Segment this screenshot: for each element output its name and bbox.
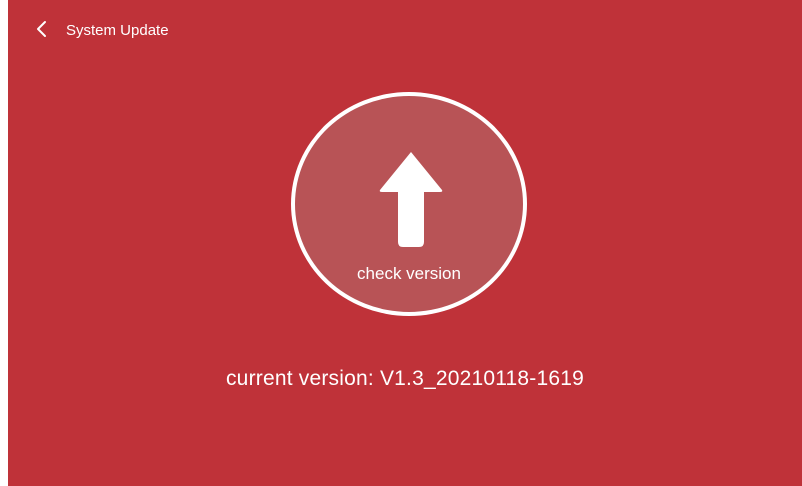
back-button[interactable] xyxy=(30,18,54,44)
page-title: System Update xyxy=(66,22,169,39)
top-bar: System Update xyxy=(8,0,802,62)
check-version-label: check version xyxy=(357,264,461,283)
check-version-button[interactable]: check version xyxy=(291,92,527,316)
arrow-up-icon xyxy=(378,150,444,250)
current-version-text: current version: V1.3_20210118-1619 xyxy=(225,367,585,390)
chevron-left-icon xyxy=(36,20,48,43)
system-update-screen: System Update check version current vers… xyxy=(8,0,802,486)
